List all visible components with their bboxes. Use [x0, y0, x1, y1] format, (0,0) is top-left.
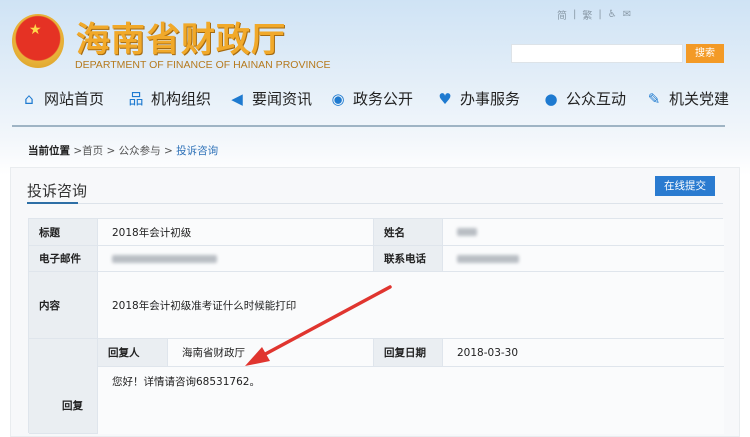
annotation-arrow	[245, 285, 392, 366]
arrow-head	[245, 347, 270, 366]
arrow-shaft	[256, 285, 392, 360]
